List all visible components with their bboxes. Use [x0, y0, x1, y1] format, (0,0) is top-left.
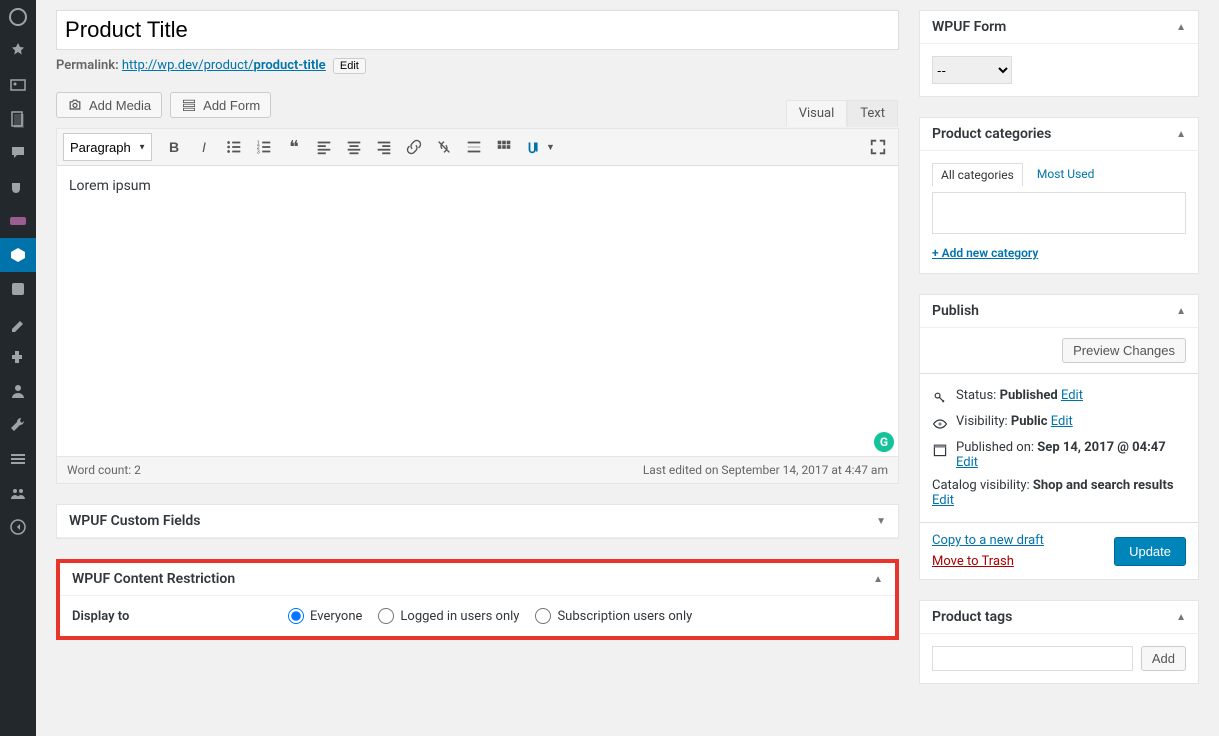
wpuf-form-box: WPUF Form --: [919, 10, 1199, 97]
wpuf-shortcode-button[interactable]: [520, 133, 548, 161]
wpuf-form-select[interactable]: --: [932, 56, 1012, 84]
categories-box: Product categories All categories Most U…: [919, 117, 1199, 274]
add-tag-button[interactable]: Add: [1141, 646, 1186, 671]
pages-icon[interactable]: [0, 102, 36, 136]
visual-tab[interactable]: Visual: [786, 100, 848, 127]
wpuf-icon[interactable]: [0, 170, 36, 204]
woo-icon[interactable]: [0, 204, 36, 238]
edit-status-link[interactable]: Edit: [1061, 388, 1083, 403]
update-button[interactable]: Update: [1114, 537, 1186, 566]
camera-icon: [67, 97, 83, 113]
appearance-icon[interactable]: [0, 306, 36, 340]
publish-header[interactable]: Publish: [920, 295, 1198, 328]
most-used-tab[interactable]: Most Used: [1029, 163, 1103, 186]
editor: Visual Text Paragraph B I 123 ❝: [56, 128, 899, 484]
grammarly-icon[interactable]: G: [874, 432, 894, 452]
category-panel: [932, 192, 1186, 234]
buddypress-icon[interactable]: [0, 476, 36, 510]
edit-catalog-link[interactable]: Edit: [932, 493, 954, 508]
wpuf-form-header[interactable]: WPUF Form: [920, 11, 1198, 44]
align-center-button[interactable]: [340, 133, 368, 161]
permalink-label: Permalink:: [56, 58, 119, 73]
preview-button[interactable]: Preview Changes: [1062, 338, 1186, 363]
publish-box: Publish Preview Changes Status: Publishe…: [919, 294, 1199, 580]
link-button[interactable]: [400, 133, 428, 161]
add-category-link[interactable]: + Add new category: [932, 246, 1038, 260]
chevron-up-icon: [1176, 129, 1186, 140]
subscription-radio[interactable]: [535, 608, 551, 624]
content-restriction-box: WPUF Content Restriction Display to Ever…: [56, 559, 899, 640]
align-left-button[interactable]: [310, 133, 338, 161]
editor-content[interactable]: Lorem ipsum G: [57, 166, 898, 456]
permalink-row: Permalink: http://wp.dev/product/product…: [56, 50, 899, 82]
chevron-up-icon: [1176, 306, 1186, 317]
edit-visibility-link[interactable]: Edit: [1051, 414, 1073, 429]
chevron-up-icon: [1176, 612, 1186, 623]
add-form-button[interactable]: Add Form: [170, 92, 271, 118]
edit-slug-button[interactable]: Edit: [333, 58, 366, 74]
admin-sidebar: [0, 0, 36, 736]
trash-link[interactable]: Move to Trash: [932, 554, 1014, 569]
side-column: WPUF Form -- Product categories All cate…: [919, 10, 1199, 716]
plugins-icon[interactable]: [0, 340, 36, 374]
display-to-label: Display to: [72, 609, 272, 624]
form-icon: [181, 97, 197, 113]
content-restriction-header[interactable]: WPUF Content Restriction: [60, 563, 895, 596]
chevron-up-icon: [1176, 22, 1186, 33]
eye-icon: [932, 416, 948, 432]
chevron-up-icon: [873, 574, 883, 585]
chevron-down-icon: [876, 516, 886, 527]
copy-draft-link[interactable]: Copy to a new draft: [932, 533, 1044, 548]
logged-in-radio[interactable]: [378, 608, 394, 624]
toolbar-toggle-button[interactable]: [490, 133, 518, 161]
pin-icon[interactable]: [0, 34, 36, 68]
readmore-button[interactable]: [460, 133, 488, 161]
calendar-icon: [932, 442, 948, 458]
forms-icon[interactable]: [0, 272, 36, 306]
users-icon[interactable]: [0, 374, 36, 408]
blockquote-button[interactable]: ❝: [280, 133, 308, 161]
everyone-radio[interactable]: [288, 608, 304, 624]
media-icon[interactable]: [0, 68, 36, 102]
all-categories-tab[interactable]: All categories: [932, 163, 1023, 186]
main-content: Permalink: http://wp.dev/product/product…: [56, 10, 899, 716]
categories-header[interactable]: Product categories: [920, 118, 1198, 151]
format-select[interactable]: Paragraph: [63, 133, 152, 161]
svg-text:3: 3: [257, 149, 260, 155]
tags-header[interactable]: Product tags: [920, 601, 1198, 634]
edit-date-link[interactable]: Edit: [956, 455, 978, 470]
tools-icon[interactable]: [0, 408, 36, 442]
tags-box: Product tags Add: [919, 600, 1199, 684]
align-right-button[interactable]: [370, 133, 398, 161]
number-list-button[interactable]: 123: [250, 133, 278, 161]
post-title-input[interactable]: [56, 10, 899, 50]
permalink-link[interactable]: http://wp.dev/product/product-title: [122, 58, 326, 73]
products-icon[interactable]: [0, 238, 36, 272]
settings-icon[interactable]: [0, 442, 36, 476]
tag-input[interactable]: [932, 646, 1133, 671]
word-count: Word count: 2: [67, 463, 141, 477]
editor-toolbar: Paragraph B I 123 ❝ ▼: [57, 129, 898, 166]
text-tab[interactable]: Text: [847, 100, 898, 127]
key-icon: [932, 390, 948, 406]
add-media-button[interactable]: Add Media: [56, 92, 162, 118]
last-edited: Last edited on September 14, 2017 at 4:4…: [643, 463, 888, 477]
custom-fields-box: WPUF Custom Fields: [56, 504, 899, 539]
dashboard-icon[interactable]: [0, 0, 36, 34]
bold-button[interactable]: B: [160, 133, 188, 161]
comments-icon[interactable]: [0, 136, 36, 170]
fullscreen-button[interactable]: [864, 133, 892, 161]
unlink-button[interactable]: [430, 133, 458, 161]
collapse-icon[interactable]: [0, 510, 36, 544]
custom-fields-header[interactable]: WPUF Custom Fields: [57, 505, 898, 538]
italic-button[interactable]: I: [190, 133, 218, 161]
bullet-list-button[interactable]: [220, 133, 248, 161]
